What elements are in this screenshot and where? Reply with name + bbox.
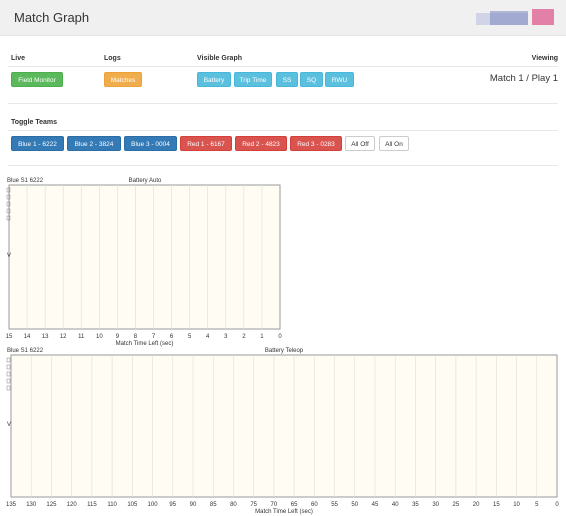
x-tick-label: 1 [260,334,264,340]
x-tick-label: 95 [169,502,176,508]
x-tick-label: 80 [230,502,237,508]
chart-title: Battery Auto [129,178,162,184]
x-tick-label: 10 [513,502,520,508]
x-tick-label: 125 [46,502,57,508]
legend-label: Blue S1 6222 [7,178,44,184]
x-tick-label: 9 [116,334,120,340]
x-tick-label: 8 [134,334,138,340]
all-off-button[interactable]: All Off [345,136,375,151]
x-tick-label: 115 [87,502,97,508]
viewing-value: Match 1 / Play 1 [489,73,558,84]
x-tick-label: 35 [412,502,419,508]
x-axis-label: Match Time Left (sec) [255,509,313,515]
x-tick-label: 4 [206,334,210,340]
x-tick-label: 130 [26,502,37,508]
graph-ss-button[interactable]: SS [276,72,298,87]
field-monitor-button[interactable]: Field Monitor [11,72,63,87]
team-blue-2-button[interactable]: Blue 2 - 3824 [67,136,121,151]
battery-teleop-chart: 135 130 125 120 115 110 105 100 95 90 85 80 75 70 65 60… [6,348,559,515]
x-tick-label: 45 [372,502,379,508]
all-on-button[interactable]: All On [379,136,409,151]
x-tick-label: 65 [291,502,298,508]
graph-trip-time-button[interactable]: Trip Time [234,72,272,87]
x-tick-label: 135 [6,502,17,508]
legend-swatch [6,371,11,377]
x-tick-label: 30 [432,502,439,508]
chart-title: Battery Teleop [265,348,304,354]
matches-button[interactable]: Matches [104,72,142,87]
x-tick-label: 85 [210,502,217,508]
x-tick-label: 5 [535,502,539,508]
divider [8,103,558,104]
divider [8,66,558,67]
x-tick-label: 25 [453,502,460,508]
y-axis-label: V [7,422,11,428]
x-tick-label: 3 [224,334,228,340]
x-tick-label: 2 [242,334,246,340]
y-axis-label: V [7,253,11,259]
team-red-3-button[interactable]: Red 3 - 0283 [290,136,342,151]
divider [8,130,558,131]
top-navbar: Match Graph [0,0,566,36]
x-tick-label: 0 [278,334,282,340]
x-tick-label: 15 [6,334,13,340]
team-red-1-button[interactable]: Red 1 - 6167 [180,136,232,151]
viewing-label: Viewing [531,55,558,62]
x-tick-label: 70 [271,502,278,508]
x-tick-label: 10 [96,334,103,340]
x-tick-label: 120 [67,502,78,508]
graph-rwu-button[interactable]: RWU [325,72,354,87]
x-tick-label: 13 [42,334,49,340]
x-tick-label: 50 [351,502,358,508]
legend-swatch [6,385,11,391]
x-tick-label: 75 [250,502,257,508]
x-tick-label: 110 [107,502,117,508]
x-tick-label: 6 [170,334,174,340]
legend-swatch [6,357,11,363]
toggle-teams-label: Toggle Teams [11,119,58,126]
x-tick-label: 105 [127,502,138,508]
legend-swatch [6,378,11,384]
x-tick-label: 90 [190,502,197,508]
brand-logo [476,9,554,25]
team-blue-3-button[interactable]: Blue 3 - 0004 [124,136,177,151]
x-tick-label: 60 [311,502,318,508]
legend-label: Blue S1 6222 [7,348,44,354]
x-tick-label: 5 [188,334,192,340]
x-tick-label: 12 [60,334,67,340]
x-tick-label: 0 [555,502,559,508]
x-tick-label: 11 [78,334,85,340]
x-tick-label: 100 [148,502,159,508]
plot-area [10,354,558,498]
graph-battery-button[interactable]: Battery [197,72,231,87]
battery-auto-chart: 15 14 13 12 11 10 9 8 7 6 5 4 3 2 1 0Battery AutoBlue S… [6,178,283,347]
divider [8,165,558,166]
logs-label: Logs [104,55,121,62]
x-tick-label: 14 [24,334,31,340]
x-tick-label: 20 [473,502,480,508]
legend-swatch [6,364,11,370]
live-label: Live [11,55,26,62]
visible-graph-label: Visible Graph [197,55,242,62]
page-title: Match Graph [14,10,90,25]
x-tick-label: 55 [331,502,338,508]
x-tick-label: 7 [152,334,156,340]
x-tick-label: 15 [493,502,500,508]
team-red-2-button[interactable]: Red 2 - 4823 [235,136,287,151]
graph-sq-button[interactable]: SQ [300,72,323,87]
plot-area [8,184,281,330]
team-blue-1-button[interactable]: Blue 1 - 6222 [11,136,64,151]
x-tick-label: 40 [392,502,399,508]
